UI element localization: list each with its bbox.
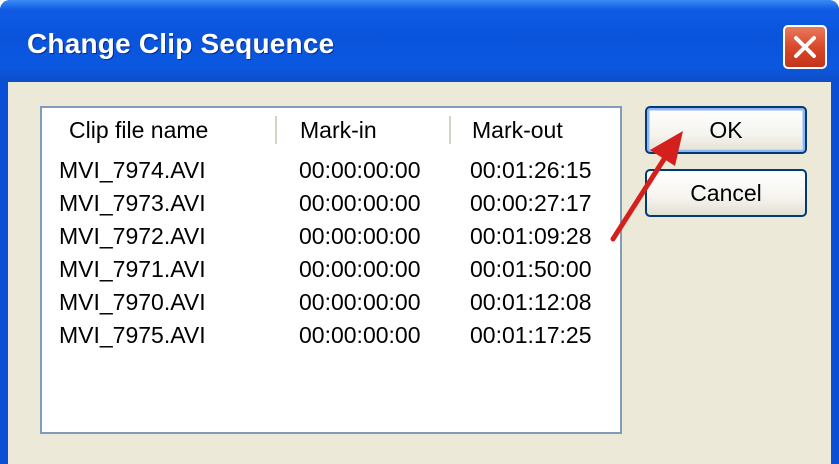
- clip-list[interactable]: Clip file name Mark-in Mark-out MVI_7974…: [40, 106, 622, 434]
- clip-row[interactable]: MVI_7973.AVI 00:00:00:00 00:00:27:17: [42, 187, 620, 220]
- close-button[interactable]: [783, 25, 827, 69]
- column-header-mark-out[interactable]: Mark-out: [472, 108, 563, 152]
- title-bar[interactable]: Change Clip Sequence: [0, 0, 839, 82]
- column-separator[interactable]: [449, 116, 451, 144]
- dialog-body: Clip file name Mark-in Mark-out MVI_7974…: [8, 82, 831, 464]
- clip-list-header: Clip file name Mark-in Mark-out: [42, 108, 620, 152]
- clip-mark-out: 00:00:27:17: [470, 190, 592, 216]
- clip-mark-in: 00:00:00:00: [299, 190, 421, 216]
- clip-file-name: MVI_7974.AVI: [59, 157, 206, 183]
- clip-row[interactable]: MVI_7971.AVI 00:00:00:00 00:01:50:00: [42, 253, 620, 286]
- clip-mark-out: 00:01:17:25: [470, 322, 592, 348]
- clip-file-name: MVI_7973.AVI: [59, 190, 206, 216]
- ok-button[interactable]: OK: [645, 106, 807, 154]
- column-header-mark-in[interactable]: Mark-in: [300, 108, 377, 152]
- clip-mark-out: 00:01:12:08: [470, 289, 592, 315]
- window-title: Change Clip Sequence: [27, 28, 335, 59]
- clip-row[interactable]: MVI_7975.AVI 00:00:00:00 00:01:17:25: [42, 319, 620, 352]
- clip-mark-in: 00:00:00:00: [299, 289, 421, 315]
- column-separator[interactable]: [275, 116, 277, 144]
- clip-file-name: MVI_7970.AVI: [59, 289, 206, 315]
- clip-row[interactable]: MVI_7974.AVI 00:00:00:00 00:01:26:15: [42, 154, 620, 187]
- clip-mark-out: 00:01:50:00: [470, 256, 592, 282]
- dialog-window: Change Clip Sequence Clip file name Mark…: [0, 0, 839, 464]
- clip-mark-in: 00:00:00:00: [299, 256, 421, 282]
- clip-mark-in: 00:00:00:00: [299, 223, 421, 249]
- clip-file-name: MVI_7971.AVI: [59, 256, 206, 282]
- clip-row[interactable]: MVI_7970.AVI 00:00:00:00 00:01:12:08: [42, 286, 620, 319]
- clip-file-name: MVI_7975.AVI: [59, 322, 206, 348]
- close-icon: [794, 36, 816, 58]
- clip-mark-out: 00:01:26:15: [470, 157, 592, 183]
- clip-file-name: MVI_7972.AVI: [59, 223, 206, 249]
- clip-mark-in: 00:00:00:00: [299, 322, 421, 348]
- clip-mark-out: 00:01:09:28: [470, 223, 592, 249]
- column-header-clip-file-name[interactable]: Clip file name: [69, 108, 208, 152]
- clip-row[interactable]: MVI_7972.AVI 00:00:00:00 00:01:09:28: [42, 220, 620, 253]
- clip-mark-in: 00:00:00:00: [299, 157, 421, 183]
- cancel-button[interactable]: Cancel: [645, 169, 807, 217]
